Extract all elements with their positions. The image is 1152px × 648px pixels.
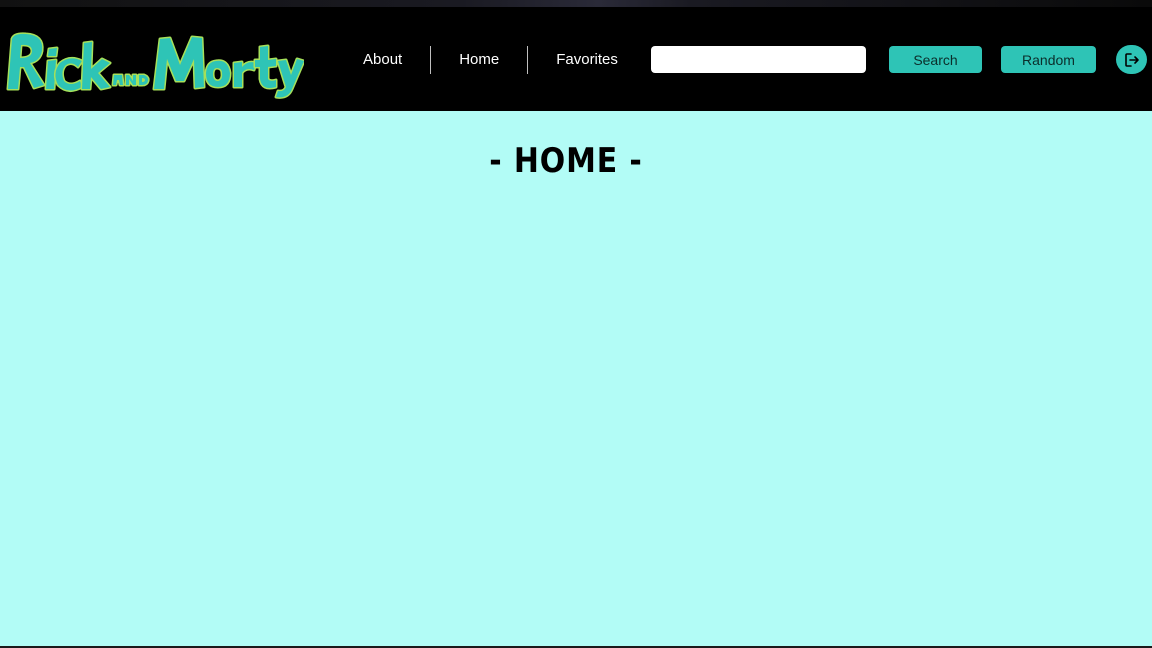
logout-button[interactable]: [1116, 45, 1147, 74]
main-content: - HOME -: [0, 111, 1152, 646]
search-input[interactable]: [651, 46, 866, 73]
random-button[interactable]: Random: [1001, 46, 1096, 73]
nav-about-link[interactable]: About: [335, 46, 430, 74]
navbar: About Home Favorites Search Random: [0, 7, 1152, 111]
nav-home-link[interactable]: Home: [431, 46, 527, 74]
page-title: - HOME -: [489, 141, 643, 181]
main-nav: About Home Favorites: [335, 45, 646, 75]
window-top-strip: [0, 0, 1152, 7]
nav-favorites-link[interactable]: Favorites: [528, 46, 646, 74]
logout-icon: [1124, 52, 1139, 67]
search-button[interactable]: Search: [889, 46, 982, 73]
rick-and-morty-logo[interactable]: [4, 25, 304, 99]
